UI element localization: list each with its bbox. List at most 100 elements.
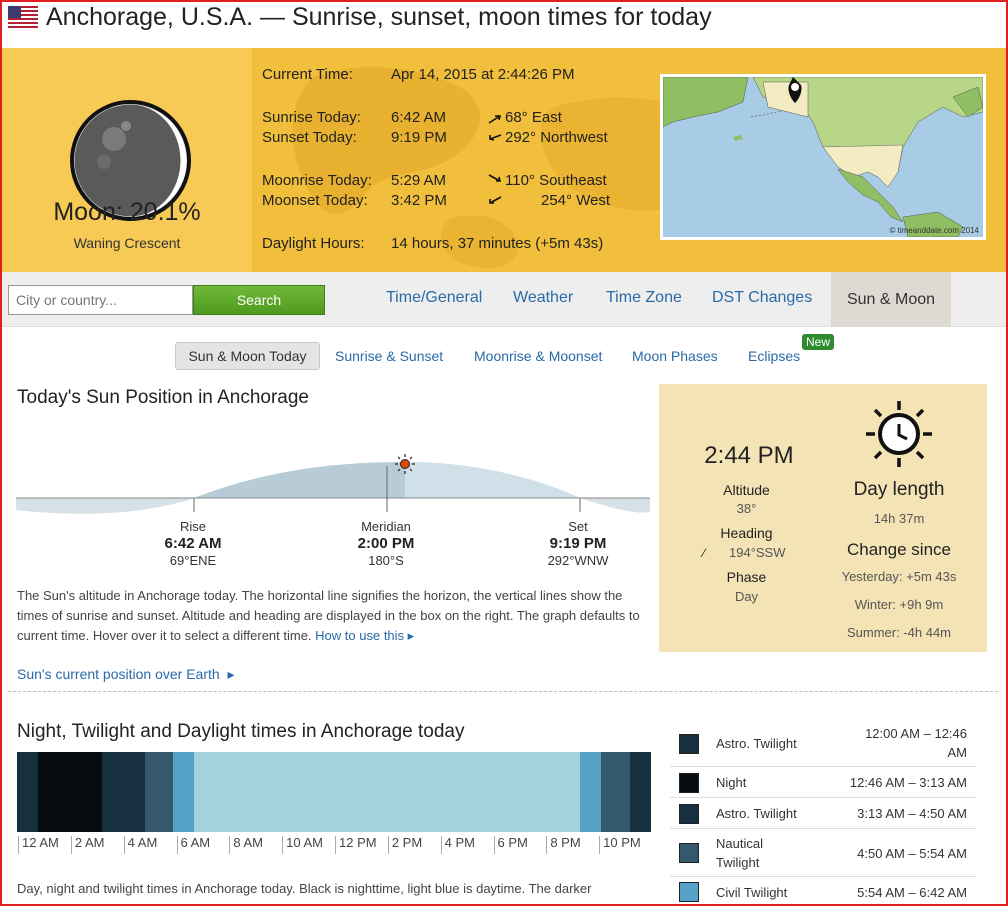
legend-name: Astro. Twilight: [716, 736, 797, 751]
altitude-label: Altitude: [723, 482, 770, 498]
moon-phase-name: Waning Crescent: [73, 235, 181, 251]
legend-swatch: [679, 803, 699, 824]
legend-row: Night 12:46 AM – 3:13 AM: [670, 767, 976, 798]
time-tick-label: 10 AM: [282, 836, 323, 854]
time-tick-label: 12 PM: [335, 836, 377, 854]
us-flag-icon: [8, 6, 38, 28]
twilight-segment: [193, 752, 581, 832]
tab-dst-changes[interactable]: DST Changes: [712, 289, 812, 307]
sunrise-label: Sunrise Today:: [262, 109, 361, 126]
meridian-label: Meridian 2:00 PM 180°S: [357, 519, 415, 568]
time-tick-label: 6 PM: [493, 836, 528, 854]
sun-clock-icon: [866, 401, 932, 467]
subtab-moonrise-moonset[interactable]: Moonrise & Moonset: [474, 348, 602, 364]
location-map[interactable]: © timeanddate.com 2014: [660, 74, 986, 240]
twilight-segment: [37, 752, 103, 832]
twilight-segment: [17, 752, 38, 832]
rise-label: Rise 6:42 AM 69°ENE: [164, 519, 222, 568]
title-bar: Anchorage, U.S.A. — Sunrise, sunset, moo…: [0, 0, 1008, 48]
day-length-value: 14h 37m: [873, 511, 925, 526]
moonset-value: 3:42 PM: [391, 192, 447, 209]
time-tick-label: 4 PM: [440, 836, 475, 854]
time-tick-label: 8 AM: [229, 836, 263, 854]
legend-name: Nautical Twilight: [716, 836, 763, 870]
daylight-label: Daylight Hours:: [262, 235, 365, 252]
altitude-value: 38°: [736, 501, 757, 516]
legend-name: Astro. Twilight: [716, 806, 797, 821]
moonset-label: Moonset Today:: [262, 192, 368, 209]
time-tick-label: 8 PM: [546, 836, 581, 854]
legend-name: Civil Twilight: [716, 884, 788, 900]
legend-time: 12:00 AM – 12:46 AM: [865, 726, 967, 760]
sun-details-panel: 2:44 PM Altitude 38° Heading ⁄ 194°SSW P…: [659, 384, 987, 652]
legend-name: Night: [716, 775, 747, 790]
change-since-label: Change since: [847, 540, 951, 559]
twilight-segment: [102, 752, 145, 832]
sunrise-direction: 68° East: [505, 109, 562, 126]
legend-swatch: [679, 843, 699, 863]
current-time-value: Apr 14, 2015 at 2:44:26 PM: [391, 66, 575, 83]
moonrise-direction: 110° Southeast: [505, 172, 607, 189]
twilight-segment: [172, 752, 194, 832]
legend-row: Astro. Twilight 12:00 AM – 12:46 AM: [670, 720, 976, 767]
current-time-label: Current Time:: [262, 66, 353, 83]
time-tick-label: 2 PM: [387, 836, 422, 854]
how-to-use-link[interactable]: How to use this ▸: [315, 628, 414, 643]
day-length-label: Day length: [853, 479, 945, 500]
subtab-moon-phases[interactable]: Moon Phases: [632, 348, 718, 364]
subtab-sunrise-sunset[interactable]: Sunrise & Sunset: [335, 348, 443, 364]
moonset-direction: 254° West: [541, 192, 611, 209]
sun-marker-icon: [395, 454, 415, 474]
direction-arrow-icon: [489, 196, 502, 204]
sun-earth-link[interactable]: Sun's current position over Earth ▸: [17, 666, 234, 683]
tab-sun-moon[interactable]: Sun & Moon: [831, 272, 951, 327]
daylight-value: 14 hours, 37 minutes (+5m 43s): [391, 235, 604, 252]
search-button[interactable]: Search: [193, 285, 325, 315]
sun-position-title: Today's Sun Position in Anchorage: [17, 387, 309, 408]
twilight-description: Day, night and twilight times in Anchora…: [17, 881, 592, 896]
change-winter: Winter: +9h 9m: [854, 597, 944, 612]
sun-altitude-graph[interactable]: [16, 448, 650, 520]
time-tick-label: 10 PM: [599, 836, 641, 854]
sun-position-description: The Sun's altitude in Anchorage today. T…: [17, 588, 640, 643]
legend-row: Nautical Twilight 4:50 AM – 5:54 AM: [670, 829, 976, 877]
subtab-sun-moon-today[interactable]: Sun & Moon Today: [175, 342, 320, 370]
change-summer: Summer: -4h 44m: [846, 625, 952, 640]
twilight-segment: [600, 752, 630, 832]
tab-weather[interactable]: Weather: [513, 289, 573, 307]
heading-value: 194°SSW: [729, 545, 786, 560]
legend-swatch: [679, 772, 699, 793]
sunrise-value: 6:42 AM: [391, 109, 447, 126]
phase-label: Phase: [726, 569, 767, 585]
legend-row: Civil Twilight 5:54 AM – 6:42 AM: [670, 877, 976, 906]
section-divider: [8, 691, 998, 692]
main-navbar: Search Time/General Weather Time Zone DS…: [2, 272, 1006, 327]
subtab-eclipses[interactable]: Eclipses: [748, 348, 800, 364]
legend-swatch: [679, 882, 699, 902]
sun-panel-time: 2:44 PM: [704, 442, 794, 469]
legend-swatch: [679, 733, 699, 754]
legend-row: Astro. Twilight 3:13 AM – 4:50 AM: [670, 798, 976, 829]
search-input[interactable]: [8, 285, 193, 315]
heading-arrow-icon: ⁄: [703, 546, 706, 560]
map-copyright: © timeanddate.com 2014: [889, 226, 979, 235]
twilight-segment: [144, 752, 173, 832]
set-label: Set 9:19 PM 292°WNW: [547, 519, 609, 568]
new-badge: New: [802, 334, 835, 350]
legend-time: 12:46 AM – 3:13 AM: [849, 775, 967, 790]
sunset-value: 9:19 PM: [391, 129, 447, 146]
page-title: Anchorage, U.S.A. — Sunrise, sunset, moo…: [46, 3, 712, 31]
time-tick-label: 4 AM: [123, 836, 157, 854]
time-tick-label: 6 AM: [176, 836, 210, 854]
change-yesterday: Yesterday: +5m 43s: [841, 569, 957, 584]
tab-time-zone[interactable]: Time Zone: [606, 289, 682, 307]
world-map: [663, 77, 983, 237]
sunset-label: Sunset Today:: [262, 129, 357, 146]
phase-value: Day: [734, 589, 759, 604]
legend-time: 4:50 AM – 5:54 AM: [857, 845, 967, 861]
twilight-bar[interactable]: [17, 752, 651, 832]
direction-arrow-icon: [488, 174, 502, 182]
tab-time-general[interactable]: Time/General: [386, 289, 482, 307]
moon-illumination: Moon: 20.1%: [53, 198, 201, 226]
direction-arrow-icon: [488, 115, 502, 124]
